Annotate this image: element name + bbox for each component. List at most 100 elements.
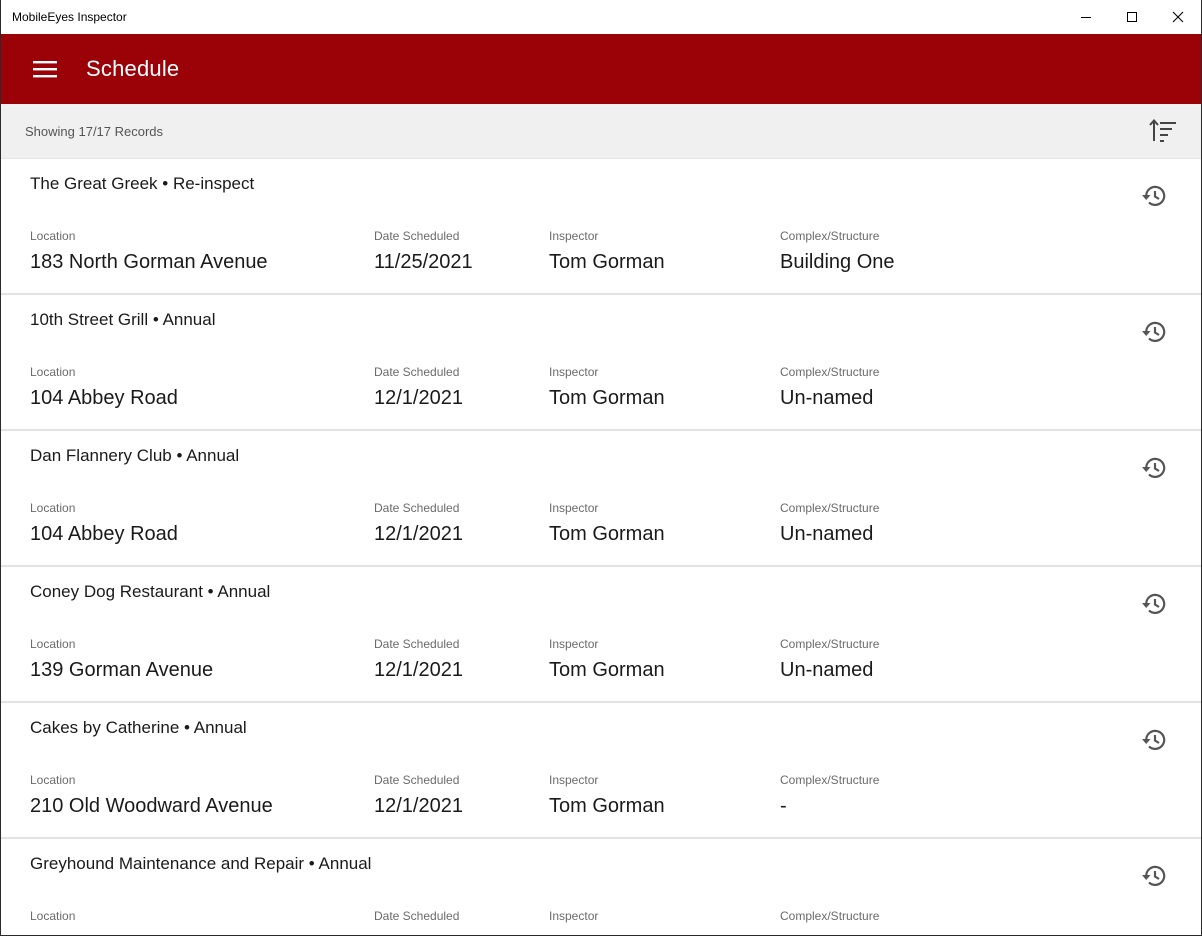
inspector-field: Inspector Tom Gorman [549,637,665,682]
inspector-value: Tom Gorman [549,523,665,545]
date-field: Date Scheduled [374,909,459,931]
location-label: Location [30,637,76,651]
date-label: Date Scheduled [374,229,460,243]
complex-field: Complex/Structure Un-named [780,501,879,546]
records-count: Showing 17/17 Records [25,123,164,139]
history-icon [1142,593,1166,614]
list-item[interactable]: Coney Dog Restaurant • Annual Location 1… [1,567,1201,703]
hamburger-menu-icon [33,61,57,78]
inspector-field: Inspector Tom Gorman [549,501,665,546]
minimize-button[interactable] [1063,0,1109,34]
location-value: 104 Abbey Road [30,523,178,545]
schedule-list: The Great Greek • Re-inspect Location 18… [1,159,1201,935]
location-field: Location 210 Old Woodward Avenue [30,773,273,818]
date-label: Date Scheduled [374,501,460,515]
date-value: 12/1/2021 [374,659,463,681]
list-item[interactable]: Dan Flannery Club • Annual Location 104 … [1,431,1201,567]
date-field: Date Scheduled 12/1/2021 [374,365,463,410]
date-value: 11/25/2021 [374,251,473,273]
complex-label: Complex/Structure [780,773,880,787]
location-label: Location [30,909,76,923]
page-title: Schedule [86,56,180,81]
inspector-field: Inspector [549,909,598,931]
close-icon [1172,11,1184,23]
item-title: Dan Flannery Club • Annual [30,446,240,465]
maximize-button[interactable] [1109,0,1155,34]
date-field: Date Scheduled 12/1/2021 [374,637,463,682]
date-label: Date Scheduled [374,637,460,651]
complex-value: Building One [780,251,895,273]
history-button[interactable] [1137,859,1171,893]
location-label: Location [30,365,76,379]
location-label: Location [30,501,76,515]
item-title: Coney Dog Restaurant • Annual [30,582,271,601]
inspector-label: Inspector [549,909,599,923]
maximize-icon [1127,12,1137,22]
complex-field: Complex/Structure Un-named [780,365,879,410]
history-button[interactable] [1137,179,1171,213]
inspector-label: Inspector [549,501,599,515]
date-label: Date Scheduled [374,365,460,379]
date-value: 12/1/2021 [374,795,463,817]
location-label: Location [30,773,76,787]
inspector-value: Tom Gorman [549,795,665,817]
location-value: 183 North Gorman Avenue [30,251,268,273]
history-icon [1142,321,1166,342]
location-value: 104 Abbey Road [30,387,178,409]
date-value: 12/1/2021 [374,523,463,545]
location-field: Location 183 North Gorman Avenue [30,229,268,274]
history-icon [1142,729,1166,750]
location-value: 139 Gorman Avenue [30,659,214,681]
complex-field: Complex/Structure [780,909,879,931]
app-window: MobileEyes Inspector Schedule Showing 17… [0,0,1202,936]
complex-label: Complex/Structure [780,365,880,379]
location-field: Location 104 Abbey Road [30,501,178,546]
complex-field: Complex/Structure Un-named [780,637,879,682]
inspector-field: Inspector Tom Gorman [549,365,665,410]
records-bar: Showing 17/17 Records [1,104,1201,159]
history-button[interactable] [1137,723,1171,757]
inspector-label: Inspector [549,365,599,379]
history-button[interactable] [1137,451,1171,485]
complex-value: Un-named [780,387,874,409]
date-field: Date Scheduled 12/1/2021 [374,773,463,818]
item-title: Cakes by Catherine • Annual [30,718,247,737]
inspector-field: Inspector Tom Gorman [549,773,665,818]
history-icon [1142,865,1166,886]
item-title: The Great Greek • Re-inspect [30,174,255,193]
complex-label: Complex/Structure [780,909,880,923]
inspector-field: Inspector Tom Gorman [549,229,665,274]
item-title: Greyhound Maintenance and Repair • Annua… [30,854,372,873]
window-controls [1063,0,1201,34]
complex-value: - [780,795,787,817]
inspector-label: Inspector [549,773,599,787]
list-item[interactable]: The Great Greek • Re-inspect Location 18… [1,159,1201,295]
menu-button[interactable] [21,45,69,93]
inspector-value: Tom Gorman [549,251,665,273]
list-item[interactable]: 10th Street Grill • Annual Location 104 … [1,295,1201,431]
complex-value: Un-named [780,659,874,681]
item-title: 10th Street Grill • Annual [30,310,216,329]
complex-label: Complex/Structure [780,501,880,515]
minimize-icon [1081,17,1091,18]
complex-label: Complex/Structure [780,637,880,651]
list-item[interactable]: Cakes by Catherine • Annual Location 210… [1,703,1201,839]
location-value: 210 Old Woodward Avenue [30,795,273,817]
title-bar[interactable]: MobileEyes Inspector [1,0,1201,34]
location-field: Location [30,909,75,931]
inspector-value: Tom Gorman [549,659,665,681]
sort-icon [1149,118,1176,142]
history-button[interactable] [1137,587,1171,621]
list-item[interactable]: Greyhound Maintenance and Repair • Annua… [1,839,1201,935]
history-button[interactable] [1137,315,1171,349]
location-label: Location [30,229,76,243]
history-icon [1142,185,1166,206]
date-value: 12/1/2021 [374,387,463,409]
history-icon [1142,457,1166,478]
complex-field: Complex/Structure - [780,773,879,818]
sort-button[interactable] [1143,111,1183,151]
date-label: Date Scheduled [374,773,460,787]
close-button[interactable] [1155,0,1201,34]
inspector-label: Inspector [549,229,599,243]
inspector-value: Tom Gorman [549,387,665,409]
